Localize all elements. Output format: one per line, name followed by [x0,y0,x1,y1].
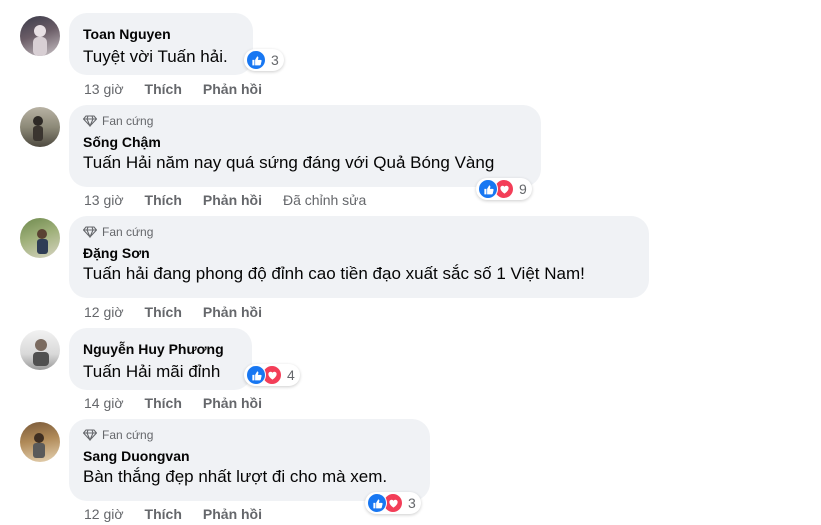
comment-actions: 12 giờ Thích Phản hồi [84,505,283,523]
comment-text: Tuấn hải đang phong độ đỉnh cao tiền đạo… [83,264,585,283]
diamond-icon [83,226,97,238]
comment-actions: 12 giờ Thích Phản hồi [84,303,283,321]
reply-button[interactable]: Phản hồi [203,192,262,208]
like-reaction-icon [367,493,387,513]
reaction-summary[interactable]: 3 [244,49,284,71]
fan-badge-label: Fan cứng [102,428,154,442]
comment-actions: 13 giờ Thích Phản hồi [84,80,283,98]
like-button[interactable]: Thích [145,304,182,320]
reaction-count: 3 [271,52,279,68]
comment-time[interactable]: 13 giờ [84,81,124,97]
comment-bubble: Fan cứng Đặng Sơn Tuấn hải đang phong độ… [69,216,649,298]
edited-label[interactable]: Đã chỉnh sửa [283,192,366,208]
reply-button[interactable]: Phản hồi [203,506,262,522]
comment-author[interactable]: Toan Nguyen [83,25,239,43]
diamond-icon [83,115,97,127]
comment-author[interactable]: Đặng Sơn [83,244,635,262]
fan-badge-label: Fan cứng [102,225,154,239]
comment-time[interactable]: 12 giờ [84,506,124,522]
comment-text: Tuyệt vời Tuấn hải. [83,47,228,66]
avatar[interactable] [20,422,60,462]
comment-bubble: Fan cứng Sang Duongvan Bàn thắng đẹp nhấ… [69,419,430,501]
diamond-icon [83,429,97,441]
avatar[interactable] [20,16,60,56]
reaction-count: 4 [287,367,295,383]
comment-time[interactable]: 14 giờ [84,395,124,411]
fan-badge: Fan cứng [83,113,527,129]
avatar[interactable] [20,218,60,258]
like-reaction-icon [478,179,498,199]
like-button[interactable]: Thích [145,506,182,522]
comment-author[interactable]: Sống Chậm [83,133,527,151]
fan-badge: Fan cứng [83,427,416,443]
like-button[interactable]: Thích [145,395,182,411]
comment-time[interactable]: 12 giờ [84,304,124,320]
comment-bubble: Fan cứng Sống Chậm Tuấn Hải năm nay quá … [69,105,541,187]
reply-button[interactable]: Phản hồi [203,395,262,411]
reaction-summary[interactable]: 3 [365,492,421,514]
like-reaction-icon [246,50,266,70]
comment-text: Bàn thắng đẹp nhất lượt đi cho mà xem. [83,467,388,486]
avatar[interactable] [20,330,60,370]
reaction-summary[interactable]: 4 [244,364,300,386]
comment-bubble: Nguyễn Huy Phương Tuấn Hải mãi đỉnh [69,328,252,390]
comment-author[interactable]: Sang Duongvan [83,447,416,465]
comment-author[interactable]: Nguyễn Huy Phương [83,340,238,358]
fan-badge-label: Fan cứng [102,114,154,128]
reply-button[interactable]: Phản hồi [203,81,262,97]
comment-actions: 14 giờ Thích Phản hồi [84,394,283,412]
avatar[interactable] [20,107,60,147]
reaction-count: 9 [519,181,527,197]
comment-actions: 13 giờ Thích Phản hồi Đã chỉnh sửa [84,191,366,209]
like-button[interactable]: Thích [145,81,182,97]
reply-button[interactable]: Phản hồi [203,304,262,320]
comment-time[interactable]: 13 giờ [84,192,124,208]
like-reaction-icon [246,365,266,385]
fan-badge: Fan cứng [83,224,635,240]
comment-bubble: Toan Nguyen Tuyệt vời Tuấn hải. [69,13,253,75]
comment-text: Tuấn Hải mãi đỉnh [83,362,221,381]
reaction-summary[interactable]: 9 [476,178,532,200]
like-button[interactable]: Thích [145,192,182,208]
reaction-count: 3 [408,495,416,511]
comment-text: Tuấn Hải năm nay quá sứng đáng với Quả B… [83,153,495,172]
